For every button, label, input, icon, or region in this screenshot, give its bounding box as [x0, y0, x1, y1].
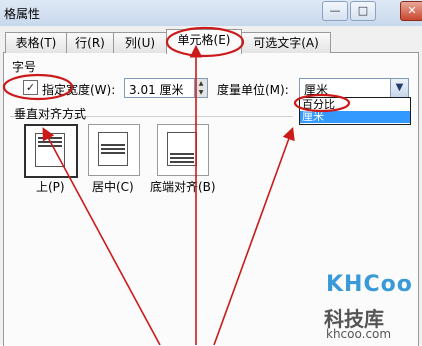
measure-unit-select[interactable]: 厘米 ▼	[299, 78, 409, 98]
tab-cell[interactable]: 单元格(E)	[166, 29, 242, 54]
title-bar: 格属性 — □ ✕	[0, 0, 422, 26]
site-url: khcoo.com	[326, 327, 392, 341]
align-top-icon	[35, 133, 65, 167]
align-bottom-button[interactable]	[157, 124, 209, 176]
chevron-down-icon[interactable]: ▼	[390, 79, 408, 97]
align-center-label: 居中(C)	[92, 180, 134, 194]
tab-row[interactable]: 行(R)	[66, 32, 114, 53]
align-bottom-label: 底端对齐(B)	[150, 180, 216, 194]
specify-width-checkbox[interactable]: ✓	[23, 80, 38, 95]
align-center-icon	[98, 132, 128, 166]
tab-table[interactable]: 表格(T)	[5, 32, 67, 53]
restore-button[interactable]: □	[350, 1, 376, 21]
align-bottom-icon	[167, 132, 197, 166]
width-value: 3.01 厘米	[129, 83, 184, 97]
width-input[interactable]: 3.01 厘米 ▲ ▼	[124, 78, 208, 98]
khcoo-logo: KHCoo	[326, 272, 413, 297]
specify-width-label: 指定宽度(W):	[42, 83, 116, 97]
tab-alt-text[interactable]: 可选文字(A)	[241, 32, 331, 53]
vertical-alignment-heading: 垂直对齐方式	[14, 107, 87, 121]
measure-unit-label: 度量单位(M):	[217, 83, 289, 97]
dropdown-option-cm[interactable]: 厘米	[300, 111, 410, 123]
tab-column[interactable]: 列(U)	[113, 32, 167, 53]
align-top-button[interactable]	[24, 124, 78, 178]
align-top-label: 上(P)	[36, 180, 65, 194]
minimize-icon: —	[329, 4, 341, 17]
restore-icon: □	[357, 4, 369, 17]
spin-down-icon[interactable]: ▼	[194, 88, 207, 97]
size-section-heading: 字号	[12, 60, 37, 74]
close-button[interactable]: ✕	[400, 1, 422, 21]
spin-up-icon[interactable]: ▲	[194, 79, 207, 88]
close-icon: ✕	[407, 4, 417, 17]
window-title: 格属性	[4, 7, 41, 21]
measure-unit-value: 厘米	[304, 83, 329, 97]
align-center-button[interactable]	[88, 124, 140, 176]
measure-unit-dropdown: 百分比 厘米	[299, 97, 411, 125]
minimize-button[interactable]: —	[322, 1, 348, 21]
